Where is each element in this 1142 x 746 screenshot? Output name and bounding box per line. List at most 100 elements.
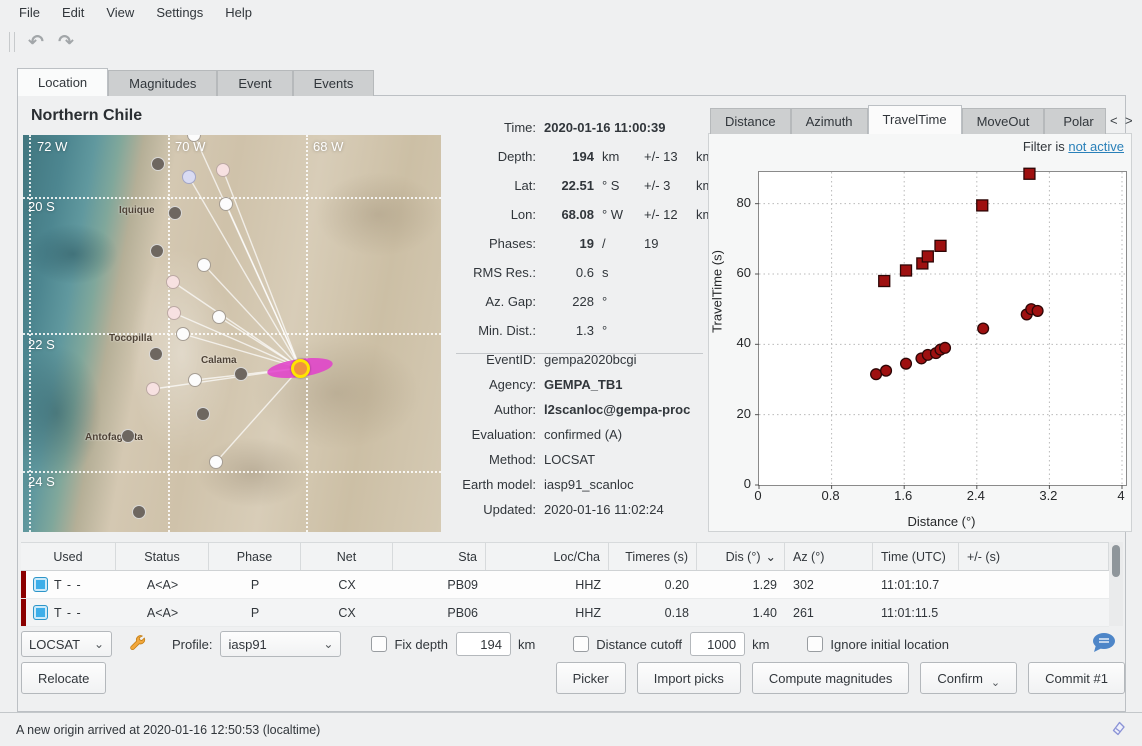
filter-toggle-link[interactable]: not active bbox=[1068, 139, 1124, 154]
tab-scroll-left-icon[interactable]: < bbox=[1106, 109, 1121, 134]
origin-label: Lon: bbox=[446, 207, 536, 222]
chevron-down-icon: ⌄ bbox=[82, 637, 104, 651]
used-checkbox[interactable] bbox=[33, 577, 48, 592]
station-marker[interactable] bbox=[151, 157, 165, 171]
arrival-row[interactable]: T - - A<A> P CX PB06 HHZ 0.18 1.40 261 1… bbox=[21, 599, 1109, 627]
station-marker[interactable] bbox=[212, 310, 226, 324]
origin-label: Depth: bbox=[446, 149, 536, 164]
col-net[interactable]: Net bbox=[301, 543, 393, 570]
menu-view[interactable]: View bbox=[95, 2, 145, 23]
toolbar-handle[interactable] bbox=[9, 32, 15, 52]
col-dis[interactable]: Dis (°)⌄ bbox=[697, 543, 785, 570]
station-map[interactable]: 72 W 70 W 68 W 20 S 22 S 24 S IquiqueToc… bbox=[23, 135, 441, 532]
phase-color-flag bbox=[21, 599, 26, 626]
scrollbar-thumb[interactable] bbox=[1112, 545, 1120, 577]
map-label-lon: 68 W bbox=[313, 139, 343, 154]
table-scrollbar[interactable] bbox=[1109, 542, 1123, 626]
origin-azgap: 228 bbox=[536, 294, 594, 309]
ignore-initial-location-checkbox[interactable] bbox=[807, 636, 823, 652]
arrival-row[interactable]: T - - A<A> P CX PB09 HHZ 0.20 1.29 302 1… bbox=[21, 571, 1109, 599]
pick-pen-icon[interactable] bbox=[1109, 719, 1128, 741]
arrivals-header-row: Used Status Phase Net Sta Loc/Cha Timere… bbox=[21, 543, 1109, 571]
menu-settings[interactable]: Settings bbox=[145, 2, 214, 23]
menu-file[interactable]: File bbox=[8, 2, 51, 23]
map-label-lon: 72 W bbox=[37, 139, 67, 154]
station-marker[interactable] bbox=[209, 455, 223, 469]
city-label: Tocopilla bbox=[109, 333, 152, 344]
col-time[interactable]: Time (UTC) bbox=[873, 543, 959, 570]
relocate-button[interactable]: Relocate bbox=[21, 662, 106, 694]
station-marker[interactable] bbox=[216, 163, 230, 177]
profile-select[interactable]: iasp91⌄ bbox=[220, 631, 341, 657]
plot-tabbar: Distance Azimuth TravelTime MoveOut Pola… bbox=[710, 105, 1136, 134]
profile-label: Profile: bbox=[172, 637, 212, 652]
plot-tab-traveltime[interactable]: TravelTime bbox=[868, 105, 962, 134]
col-az[interactable]: Az (°) bbox=[785, 543, 873, 570]
station-marker[interactable] bbox=[219, 197, 233, 211]
station-marker[interactable] bbox=[176, 327, 190, 341]
plot-tab-polar[interactable]: Polar bbox=[1044, 108, 1106, 134]
station-marker[interactable] bbox=[167, 306, 181, 320]
tab-events[interactable]: Events bbox=[293, 70, 375, 96]
station-marker[interactable] bbox=[197, 258, 211, 272]
depth-unit: km bbox=[518, 637, 535, 652]
origin-depth: 194 bbox=[536, 149, 594, 164]
arrivals-table: Used Status Phase Net Sta Loc/Cha Timere… bbox=[21, 542, 1109, 627]
col-phase[interactable]: Phase bbox=[209, 543, 301, 570]
station-marker[interactable] bbox=[234, 367, 248, 381]
used-checkbox[interactable] bbox=[33, 605, 48, 620]
station-marker[interactable] bbox=[146, 382, 160, 396]
origin-lon: 68.08 bbox=[536, 207, 594, 222]
depth-input[interactable] bbox=[456, 632, 511, 656]
undo-icon[interactable]: ↶ bbox=[23, 30, 49, 54]
station-marker[interactable] bbox=[188, 373, 202, 387]
locator-settings-icon[interactable] bbox=[128, 634, 146, 655]
station-marker[interactable] bbox=[182, 170, 196, 184]
plot-tab-azimuth[interactable]: Azimuth bbox=[791, 108, 868, 134]
col-loccha[interactable]: Loc/Cha bbox=[486, 543, 609, 570]
comment-bubble-icon[interactable] bbox=[1090, 631, 1117, 658]
traveltime-plot[interactable] bbox=[758, 171, 1127, 486]
compute-magnitudes-button[interactable]: Compute magnitudes bbox=[752, 662, 910, 694]
station-marker[interactable] bbox=[150, 244, 164, 258]
fix-depth-checkbox[interactable] bbox=[371, 636, 387, 652]
col-status[interactable]: Status bbox=[116, 543, 209, 570]
station-marker[interactable] bbox=[149, 347, 163, 361]
col-sta[interactable]: Sta bbox=[393, 543, 486, 570]
distance-cutoff-checkbox[interactable] bbox=[573, 636, 589, 652]
tab-location[interactable]: Location bbox=[17, 68, 108, 96]
import-picks-button[interactable]: Import picks bbox=[637, 662, 741, 694]
event-id: gempa2020bcgi bbox=[536, 352, 637, 367]
col-err[interactable]: +/- (s) bbox=[959, 543, 1109, 570]
picker-button[interactable]: Picker bbox=[556, 662, 626, 694]
map-label-lat: 20 S bbox=[28, 199, 55, 214]
tab-magnitudes[interactable]: Magnitudes bbox=[108, 70, 217, 96]
locator-select[interactable]: LOCSAT⌄ bbox=[21, 631, 112, 657]
city-label: Iquique bbox=[119, 205, 155, 216]
origin-label: Lat: bbox=[446, 178, 536, 193]
menu-help[interactable]: Help bbox=[214, 2, 263, 23]
tab-event[interactable]: Event bbox=[217, 70, 292, 96]
station-marker[interactable] bbox=[166, 275, 180, 289]
method: LOCSAT bbox=[536, 452, 595, 467]
origin-phases: 19 bbox=[536, 236, 594, 251]
station-marker[interactable] bbox=[132, 505, 146, 519]
redo-icon[interactable]: ↷ bbox=[53, 30, 79, 54]
plot-tab-distance[interactable]: Distance bbox=[710, 108, 791, 134]
confirm-button[interactable]: Confirm⌄ bbox=[920, 662, 1017, 694]
col-used[interactable]: Used bbox=[21, 543, 116, 570]
station-marker[interactable] bbox=[196, 407, 210, 421]
origin-mindist: 1.3 bbox=[536, 323, 594, 338]
col-timeres[interactable]: Timeres (s) bbox=[609, 543, 697, 570]
sort-indicator-icon: ⌄ bbox=[766, 549, 776, 564]
station-marker[interactable] bbox=[121, 429, 135, 443]
cutoff-input[interactable] bbox=[690, 632, 745, 656]
station-marker[interactable] bbox=[168, 206, 182, 220]
earth-model: iasp91_scanloc bbox=[536, 477, 634, 492]
phase-color-flag bbox=[21, 571, 26, 598]
toolbar: ↶ ↷ bbox=[0, 26, 1142, 58]
tab-scroll-right-icon[interactable]: > bbox=[1121, 109, 1136, 134]
commit-button[interactable]: Commit #1 bbox=[1028, 662, 1125, 694]
plot-tab-moveout[interactable]: MoveOut bbox=[962, 108, 1045, 134]
menu-edit[interactable]: Edit bbox=[51, 2, 95, 23]
